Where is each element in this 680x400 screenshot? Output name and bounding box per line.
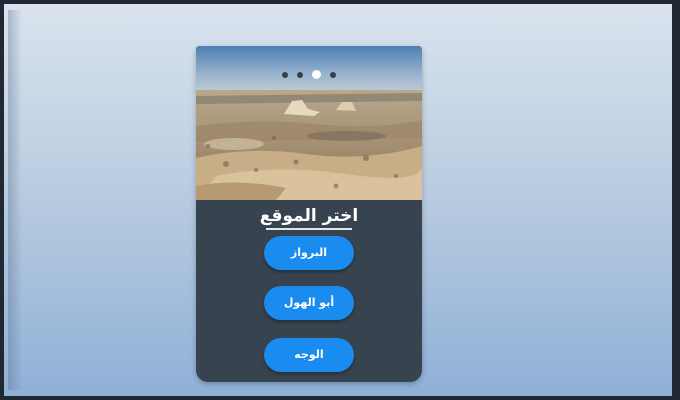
vr-viewport: اختر الموقع البرواز أبو الهول الوجه: [0, 0, 680, 400]
carousel-dot[interactable]: [330, 71, 337, 78]
carousel-dots[interactable]: [196, 64, 422, 79]
location-select-panel: اختر الموقع البرواز أبو الهول الوجه: [196, 46, 422, 382]
carousel-dot-active[interactable]: [312, 70, 322, 79]
location-button-sphinx[interactable]: أبو الهول: [264, 286, 354, 320]
carousel-dot[interactable]: [296, 71, 303, 78]
location-button-face[interactable]: الوجه: [264, 338, 354, 372]
location-photo[interactable]: [196, 46, 422, 200]
title-underline: [266, 228, 352, 230]
scene-edge: [8, 10, 22, 390]
panel-title: اختر الموقع: [259, 206, 359, 226]
location-button-frame[interactable]: البرواز: [264, 236, 354, 270]
carousel-dot[interactable]: [281, 71, 288, 78]
